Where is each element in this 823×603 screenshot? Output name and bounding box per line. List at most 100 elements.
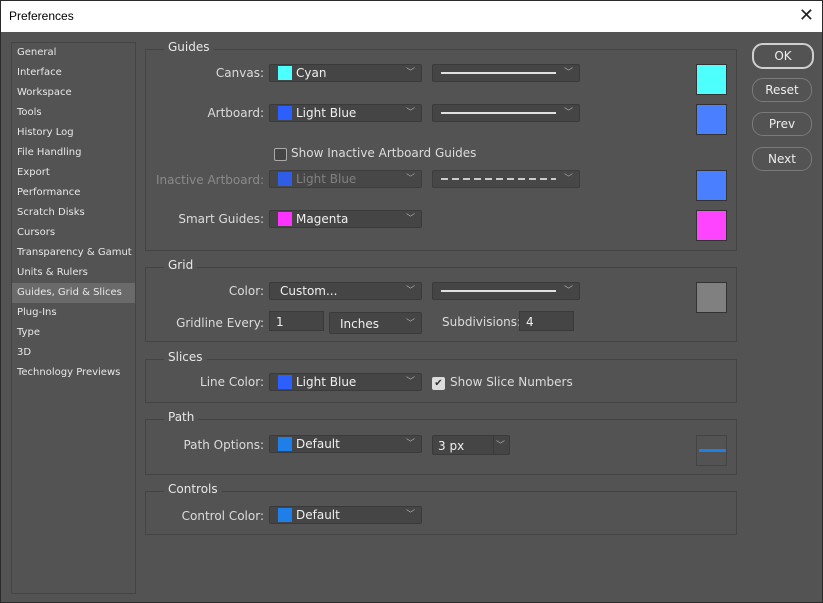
- slice-line-color-chip: [278, 375, 292, 389]
- gridline-unit-dropdown[interactable]: Inches ﹀: [329, 312, 422, 334]
- artboard-color-dropdown[interactable]: Light Blue ﹀: [269, 104, 422, 122]
- chevron-down-icon: ﹀: [405, 377, 415, 387]
- close-icon[interactable]: ✕: [799, 5, 814, 26]
- sidebar-item-performance[interactable]: Performance: [12, 183, 135, 203]
- chevron-down-icon: ﹀: [563, 286, 573, 296]
- slice-line-color-dropdown[interactable]: Light Blue ﹀: [269, 373, 422, 391]
- show-slice-numbers-checkbox[interactable]: ✔: [432, 377, 445, 390]
- smart-guides-label: Smart Guides:: [178, 212, 264, 226]
- grid-color-swatch[interactable]: [696, 282, 727, 313]
- sidebar-item-transparency-gamut[interactable]: Transparency & Gamut: [12, 243, 135, 263]
- sidebar-item-scratch-disks[interactable]: Scratch Disks: [12, 203, 135, 223]
- solid-line-icon: [441, 72, 556, 74]
- chevron-down-icon: ﹀: [405, 510, 415, 520]
- chevron-down-icon: ﹀: [405, 439, 415, 449]
- smart-guides-color-dropdown[interactable]: Magenta ﹀: [269, 210, 422, 228]
- sidebar-item-cursors[interactable]: Cursors: [12, 223, 135, 243]
- path-color-chip: [278, 437, 292, 451]
- path-width-dropdown[interactable]: 3 px ﹀: [432, 435, 510, 455]
- sidebar-item-plug-ins[interactable]: Plug-Ins: [12, 303, 135, 323]
- sidebar-item-technology-previews[interactable]: Technology Previews: [12, 363, 135, 383]
- chevron-down-icon: ﹀: [405, 68, 415, 78]
- sidebar-item-workspace[interactable]: Workspace: [12, 83, 135, 103]
- canvas-style-dropdown[interactable]: ﹀: [432, 64, 580, 82]
- slices-title: Slices: [164, 350, 207, 364]
- inactive-artboard-color-dropdown: Light Blue ﹀: [269, 170, 422, 188]
- show-inactive-artboard-checkbox[interactable]: [274, 148, 287, 161]
- slice-line-color-value: Light Blue: [296, 375, 357, 389]
- next-button[interactable]: Next: [752, 147, 812, 171]
- path-line-icon: [699, 449, 726, 452]
- canvas-label: Canvas:: [215, 66, 264, 80]
- grid-color-label: Color:: [228, 284, 264, 298]
- window-title: Preferences: [9, 9, 74, 23]
- inactive-artboard-color-swatch: [696, 170, 727, 201]
- grid-color-value: Custom...: [280, 284, 338, 298]
- grid-color-dropdown[interactable]: Custom... ﹀: [269, 282, 422, 300]
- slices-group: Slices Line Color: Light Blue ﹀ ✔ Show S…: [145, 350, 737, 403]
- divider: [493, 436, 494, 454]
- artboard-color-chip: [278, 106, 292, 120]
- path-color-value: Default: [296, 437, 340, 451]
- path-options-label: Path Options:: [183, 438, 264, 452]
- control-color-value: Default: [296, 508, 340, 522]
- chevron-down-icon: ﹀: [495, 441, 505, 451]
- subdivisions-input[interactable]: 4: [519, 311, 574, 331]
- subdivisions-label: Subdivisions:: [442, 315, 522, 329]
- prev-button[interactable]: Prev: [752, 112, 812, 136]
- chevron-down-icon: ﹀: [405, 286, 415, 296]
- path-group: Path Path Options: Default ﹀ 3 px ﹀: [145, 410, 737, 475]
- artboard-color-value: Light Blue: [296, 106, 357, 120]
- sidebar-item-interface[interactable]: Interface: [12, 63, 135, 83]
- chevron-down-icon: ﹀: [405, 174, 415, 184]
- chevron-down-icon: ﹀: [563, 68, 573, 78]
- inactive-artboard-label: Inactive Artboard:: [156, 173, 264, 187]
- controls-group: Controls Control Color: Default ﹀: [145, 482, 737, 535]
- sidebar-item-file-handling[interactable]: File Handling: [12, 143, 135, 163]
- guides-group: Guides Canvas: Cyan ﹀ ﹀ Artboard: Light …: [145, 40, 737, 251]
- artboard-style-dropdown[interactable]: ﹀: [432, 104, 580, 122]
- path-title: Path: [164, 410, 199, 424]
- chevron-down-icon: ﹀: [563, 108, 573, 118]
- inactive-artboard-color-value: Light Blue: [296, 172, 357, 186]
- chevron-down-icon: ﹀: [405, 319, 415, 329]
- show-slice-numbers-label: Show Slice Numbers: [450, 375, 573, 389]
- path-color-dropdown[interactable]: Default ﹀: [269, 435, 422, 453]
- canvas-color-dropdown[interactable]: Cyan ﹀: [269, 64, 422, 82]
- smart-guides-color-swatch[interactable]: [696, 210, 727, 241]
- sidebar-item-type[interactable]: Type: [12, 323, 135, 343]
- canvas-color-chip: [278, 66, 292, 80]
- show-inactive-artboard-label: Show Inactive Artboard Guides: [291, 146, 477, 160]
- ok-button[interactable]: OK: [752, 43, 814, 69]
- reset-button[interactable]: Reset: [752, 78, 812, 102]
- gridline-every-label: Gridline Every:: [176, 316, 264, 330]
- smart-guides-color-value: Magenta: [296, 212, 349, 226]
- sidebar-item-export[interactable]: Export: [12, 163, 135, 183]
- canvas-color-value: Cyan: [296, 66, 327, 80]
- sidebar-item-guides-grid-slices[interactable]: Guides, Grid & Slices: [12, 283, 135, 303]
- controls-title: Controls: [164, 482, 222, 496]
- chevron-down-icon: ﹀: [405, 214, 415, 224]
- grid-group: Grid Color: Custom... ﹀ ﹀ Gridline Every…: [145, 258, 737, 342]
- grid-style-dropdown[interactable]: ﹀: [432, 282, 580, 300]
- smart-guides-color-chip: [278, 212, 292, 226]
- sidebar-item-3d[interactable]: 3D: [12, 343, 135, 363]
- path-width-value: 3 px: [438, 439, 465, 453]
- solid-line-icon: [441, 290, 556, 292]
- gridline-every-input[interactable]: 1: [269, 311, 324, 331]
- sidebar-item-history-log[interactable]: History Log: [12, 123, 135, 143]
- path-preview: [696, 435, 727, 466]
- sidebar-item-units-rulers[interactable]: Units & Rulers: [12, 263, 135, 283]
- control-color-dropdown[interactable]: Default ﹀: [269, 506, 422, 524]
- slice-line-color-label: Line Color:: [200, 375, 264, 389]
- artboard-color-swatch[interactable]: [696, 104, 727, 135]
- control-color-label: Control Color:: [181, 509, 264, 523]
- chevron-down-icon: ﹀: [405, 108, 415, 118]
- sidebar-item-tools[interactable]: Tools: [12, 103, 135, 123]
- grid-title: Grid: [164, 258, 198, 272]
- chevron-down-icon: ﹀: [563, 174, 573, 184]
- dashed-line-icon: [441, 178, 556, 180]
- sidebar-item-general[interactable]: General: [12, 43, 135, 63]
- gridline-unit-value: Inches: [340, 317, 379, 331]
- canvas-color-swatch[interactable]: [696, 64, 727, 95]
